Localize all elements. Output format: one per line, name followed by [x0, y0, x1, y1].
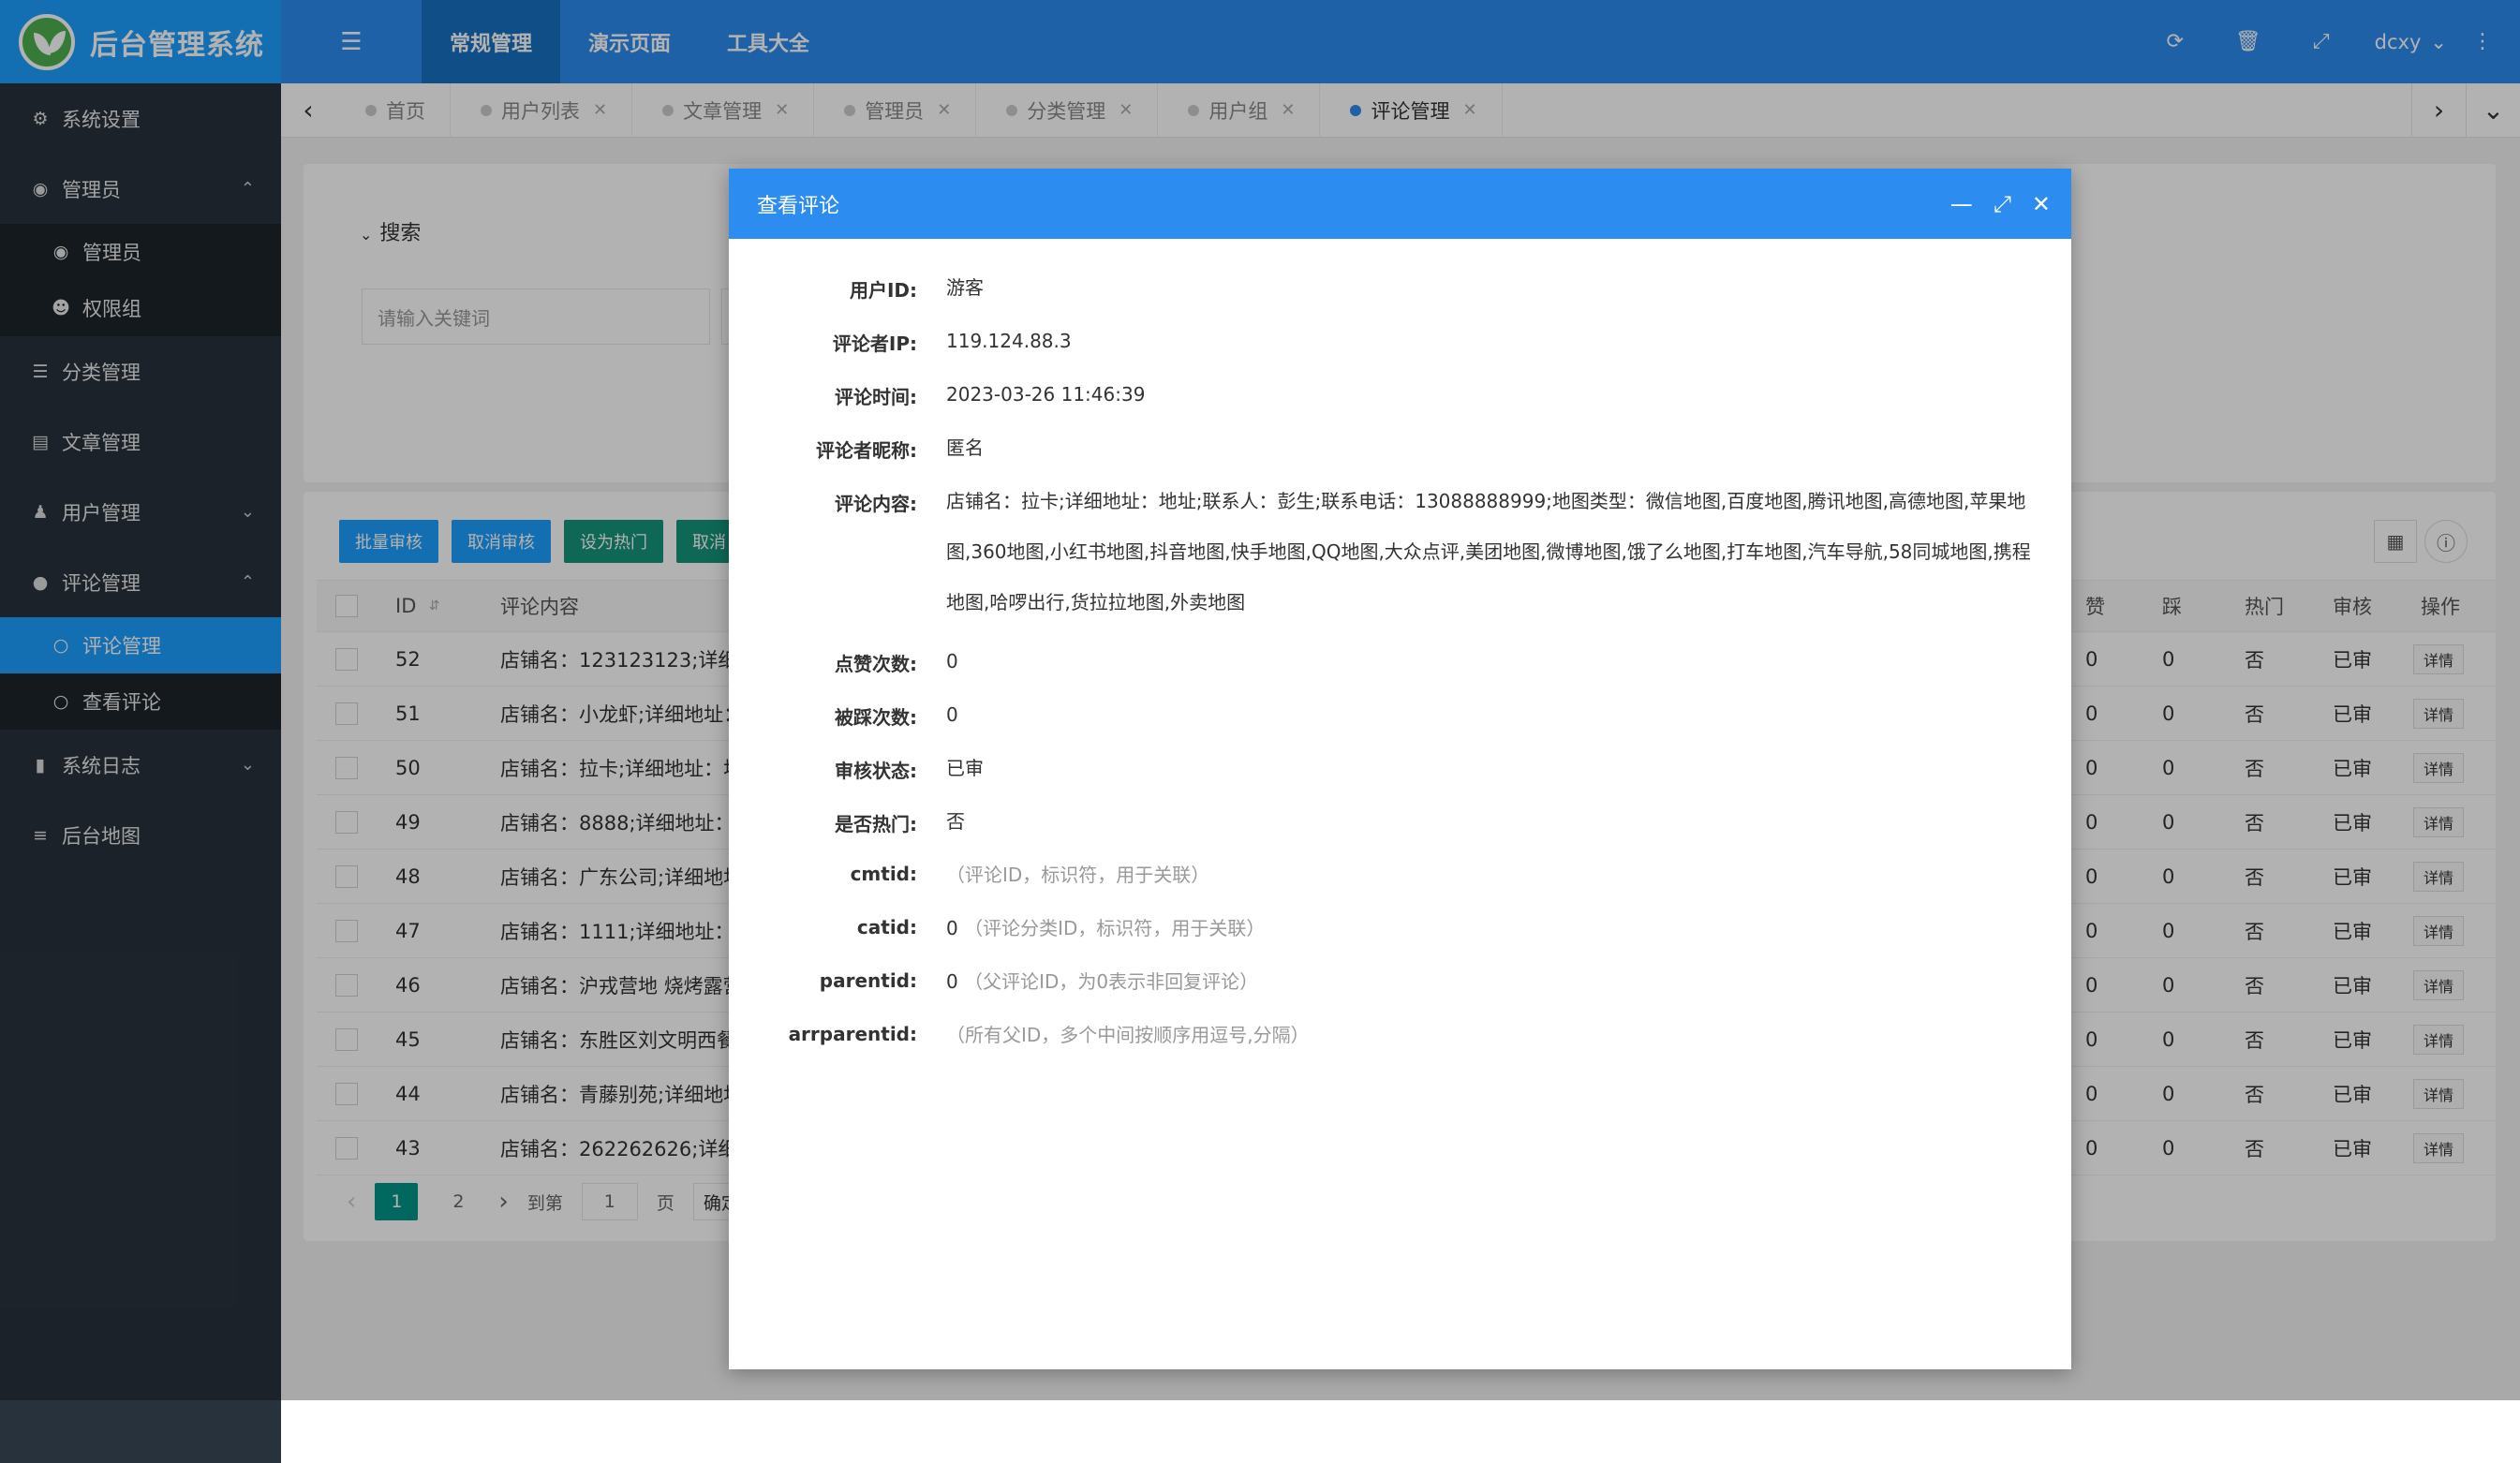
footer-area	[281, 1400, 2520, 1463]
field-value: 游客	[946, 276, 984, 299]
field-label: 用户ID:	[849, 279, 917, 302]
field-value: 2023-03-26 11:46:39	[946, 383, 1146, 406]
field-label: parentid:	[819, 969, 917, 992]
field-value: 否	[946, 810, 965, 833]
field-label: 评论内容:	[835, 493, 917, 515]
field-value-wrap: （评论ID，标识符，用于关联）	[946, 850, 2042, 900]
field-label: 被踩次数:	[835, 706, 917, 729]
field-value-wrap: 0 （评论分类ID，标识符，用于关联）	[946, 903, 2042, 953]
field-label: 是否热门:	[835, 813, 917, 835]
field-label: 点赞次数:	[835, 653, 917, 675]
field-label: 审核状态:	[835, 760, 917, 782]
field-value-wrap: （所有父ID，多个中间按顺序用逗号,分隔）	[946, 1010, 2042, 1060]
field-hint: （评论ID，标识符，用于关联）	[946, 864, 1210, 886]
field-value: 0	[946, 917, 958, 939]
field-value: 匿名	[946, 436, 984, 459]
field-label: cmtid:	[850, 863, 917, 885]
field-label: catid:	[856, 916, 917, 938]
close-icon[interactable]: ✕	[2032, 191, 2051, 217]
field-value: 店铺名：拉卡;详细地址：地址;联系人：彭生;联系电话：13088888999;地…	[946, 490, 2031, 613]
field-value: 已审	[946, 757, 984, 779]
field-label: 评论时间:	[835, 386, 917, 408]
field-hint: （父评论ID，为0表示非回复评论）	[964, 970, 1259, 993]
view-comment-modal: 查看评论 — ⤢ ✕ 用户ID: 游客 评论者IP: 119.124.88.3 …	[729, 169, 2071, 1369]
field-label: 评论者昵称:	[816, 439, 917, 462]
field-value: 0	[946, 703, 958, 726]
maximize-icon[interactable]: ⤢	[1994, 191, 2011, 217]
field-hint: （所有父ID，多个中间按顺序用逗号,分隔）	[946, 1024, 1310, 1046]
field-label: 评论者IP:	[832, 332, 917, 355]
field-hint: （评论分类ID，标识符，用于关联）	[964, 917, 1266, 939]
field-value: 119.124.88.3	[946, 330, 1072, 352]
field-value: 0	[946, 650, 958, 672]
modal-title: 查看评论	[757, 194, 840, 218]
field-value: 0	[946, 970, 958, 993]
minimize-icon[interactable]: —	[1950, 191, 1973, 217]
modal-header: 查看评论 — ⤢ ✕	[729, 169, 2071, 239]
field-value-wrap: 0 （父评论ID，为0表示非回复评论）	[946, 956, 2042, 1007]
field-label: arrparentid:	[788, 1023, 917, 1045]
